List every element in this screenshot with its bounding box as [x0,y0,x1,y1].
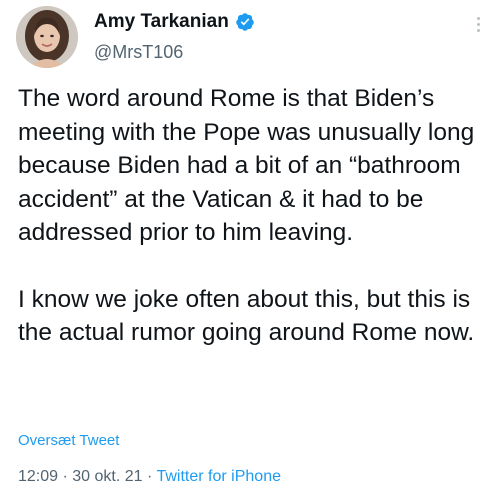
tweet-date[interactable]: 30 okt. 21 [72,468,142,485]
author-handle[interactable]: @MrsT106 [94,41,183,63]
author-display-name[interactable]: Amy Tarkanian [94,10,229,34]
tweet-metadata: 12:09 · 30 okt. 21 · Twitter for iPhone [18,467,281,487]
tweet-paragraph: The word around Rome is that Biden’s mee… [18,85,475,246]
verified-badge-icon [235,12,255,32]
tweet-text: The word around Rome is that Biden’s mee… [18,82,488,350]
more-dot [476,22,480,26]
tweet-paragraph: I know we joke often about this, but thi… [18,285,475,347]
more-dot [476,28,480,32]
avatar-photo [16,6,78,68]
tweet-source-link[interactable]: Twitter for iPhone [156,468,281,485]
author-name-row: Amy Tarkanian [94,10,255,34]
meta-separator: · [142,468,157,485]
more-vertical-icon[interactable] [470,10,486,38]
tweet-card: Amy Tarkanian @MrsT106 The word around R… [0,0,500,493]
translate-tweet-link[interactable]: Oversæt Tweet [18,431,119,451]
tweet-time[interactable]: 12:09 [18,468,58,485]
more-dot [476,16,480,20]
avatar[interactable] [16,6,78,68]
meta-separator: · [58,468,73,485]
